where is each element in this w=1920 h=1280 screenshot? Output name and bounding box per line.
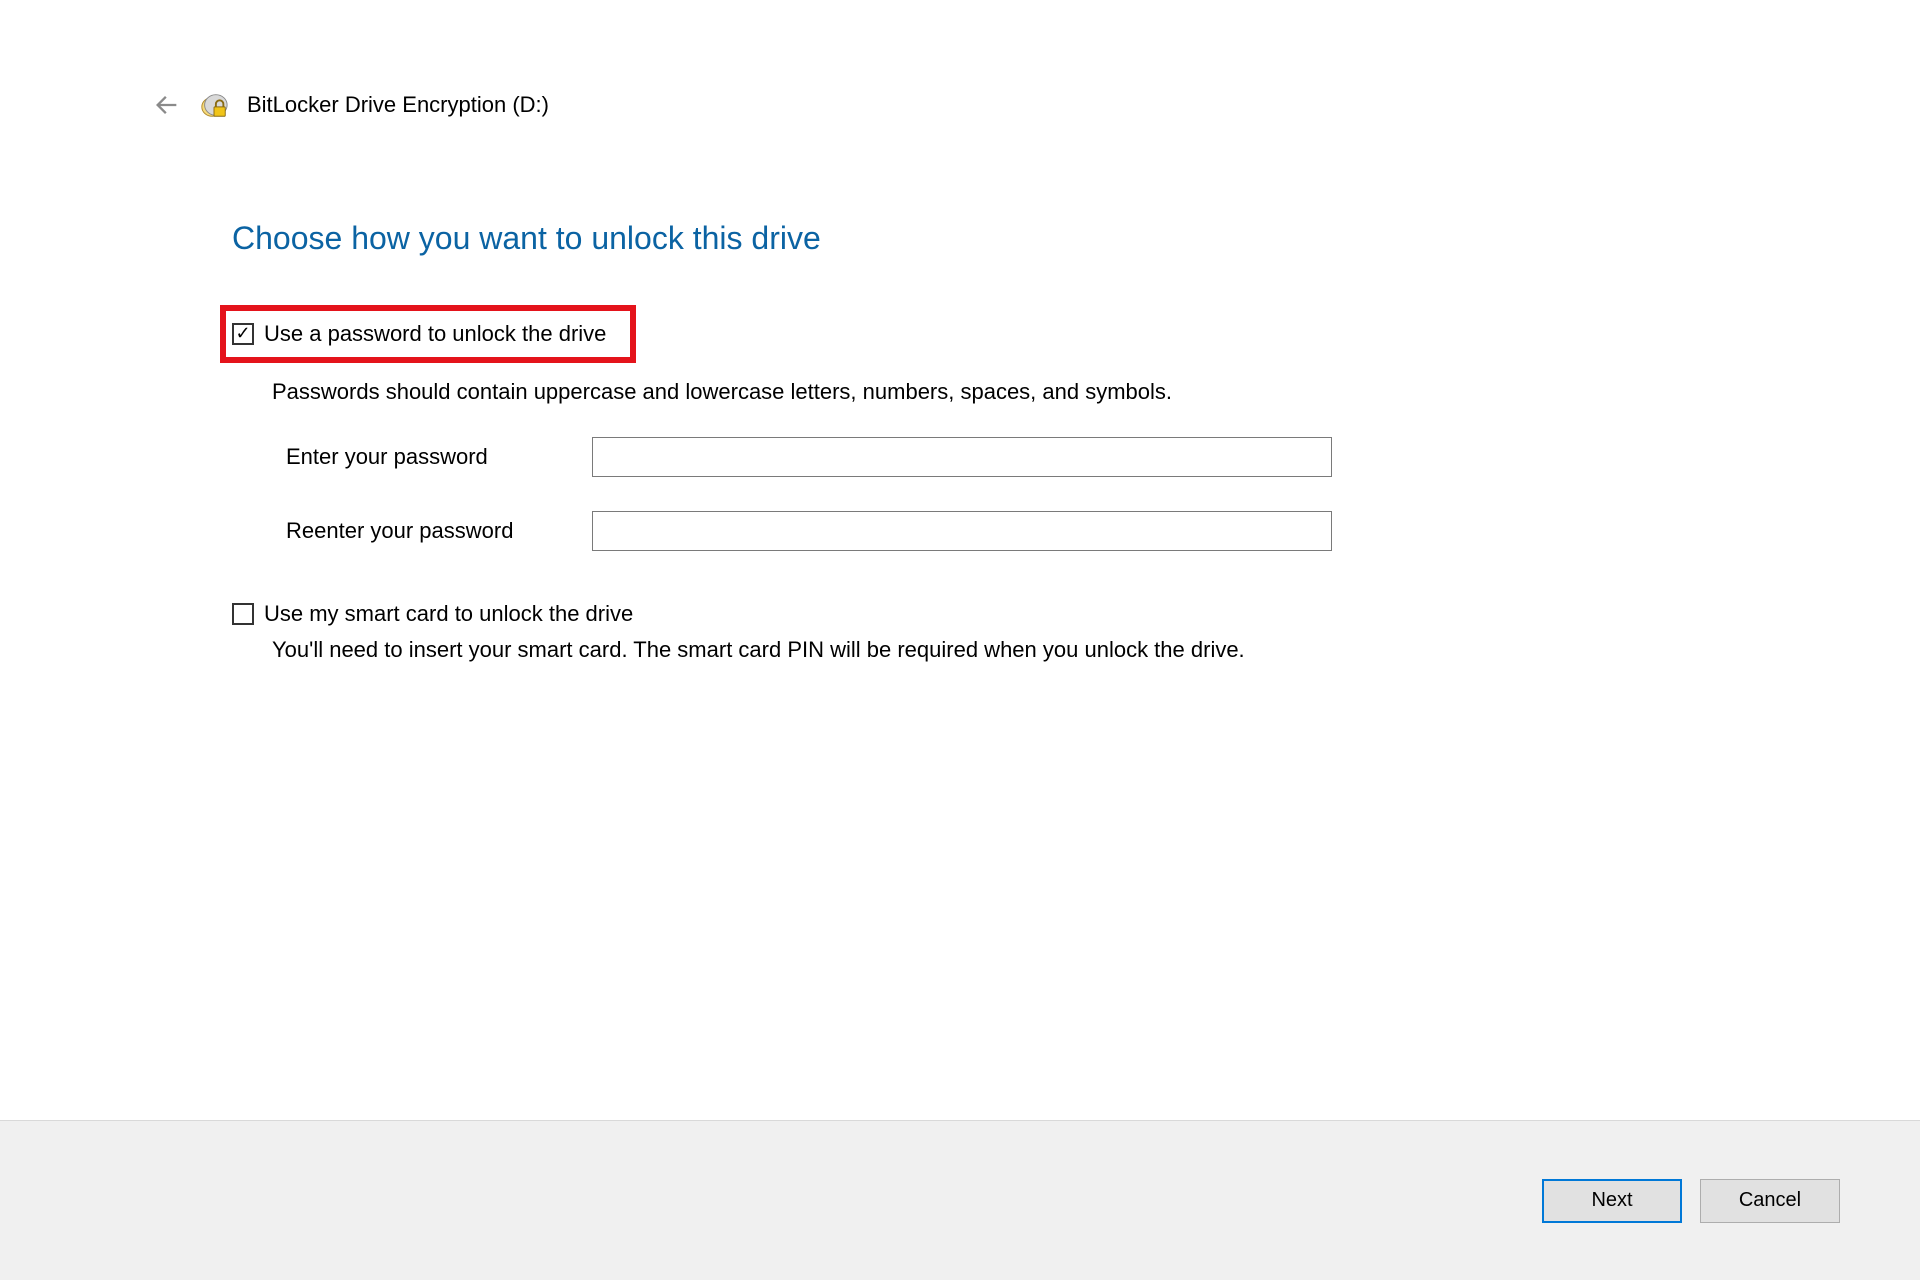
enter-password-row: Enter your password xyxy=(286,437,1700,477)
reenter-password-input[interactable] xyxy=(592,511,1332,551)
content-area: Choose how you want to unlock this drive… xyxy=(0,120,1700,663)
smartcard-hint: You'll need to insert your smart card. T… xyxy=(272,637,1700,663)
password-option-highlight: Use a password to unlock the drive xyxy=(220,305,636,363)
reenter-password-label: Reenter your password xyxy=(286,518,592,544)
wizard-header: BitLocker Drive Encryption (D:) xyxy=(0,0,1920,120)
password-hint: Passwords should contain uppercase and l… xyxy=(272,379,1700,405)
password-checkbox[interactable] xyxy=(232,323,254,345)
bitlocker-icon xyxy=(199,90,229,120)
cancel-button[interactable]: Cancel xyxy=(1700,1179,1840,1223)
smartcard-checkbox[interactable] xyxy=(232,603,254,625)
smartcard-checkbox-label: Use my smart card to unlock the drive xyxy=(264,601,633,627)
enter-password-label: Enter your password xyxy=(286,444,592,470)
password-checkbox-row[interactable]: Use a password to unlock the drive xyxy=(232,321,606,347)
page-heading: Choose how you want to unlock this drive xyxy=(232,220,1700,257)
footer-bar: Next Cancel xyxy=(0,1120,1920,1280)
smartcard-option: Use my smart card to unlock the drive Yo… xyxy=(232,601,1700,663)
enter-password-input[interactable] xyxy=(592,437,1332,477)
smartcard-checkbox-row[interactable]: Use my smart card to unlock the drive xyxy=(232,601,1700,627)
back-icon[interactable] xyxy=(153,91,181,119)
next-button[interactable]: Next xyxy=(1542,1179,1682,1223)
wizard-title: BitLocker Drive Encryption (D:) xyxy=(247,92,549,118)
password-checkbox-label: Use a password to unlock the drive xyxy=(264,321,606,347)
reenter-password-row: Reenter your password xyxy=(286,511,1700,551)
